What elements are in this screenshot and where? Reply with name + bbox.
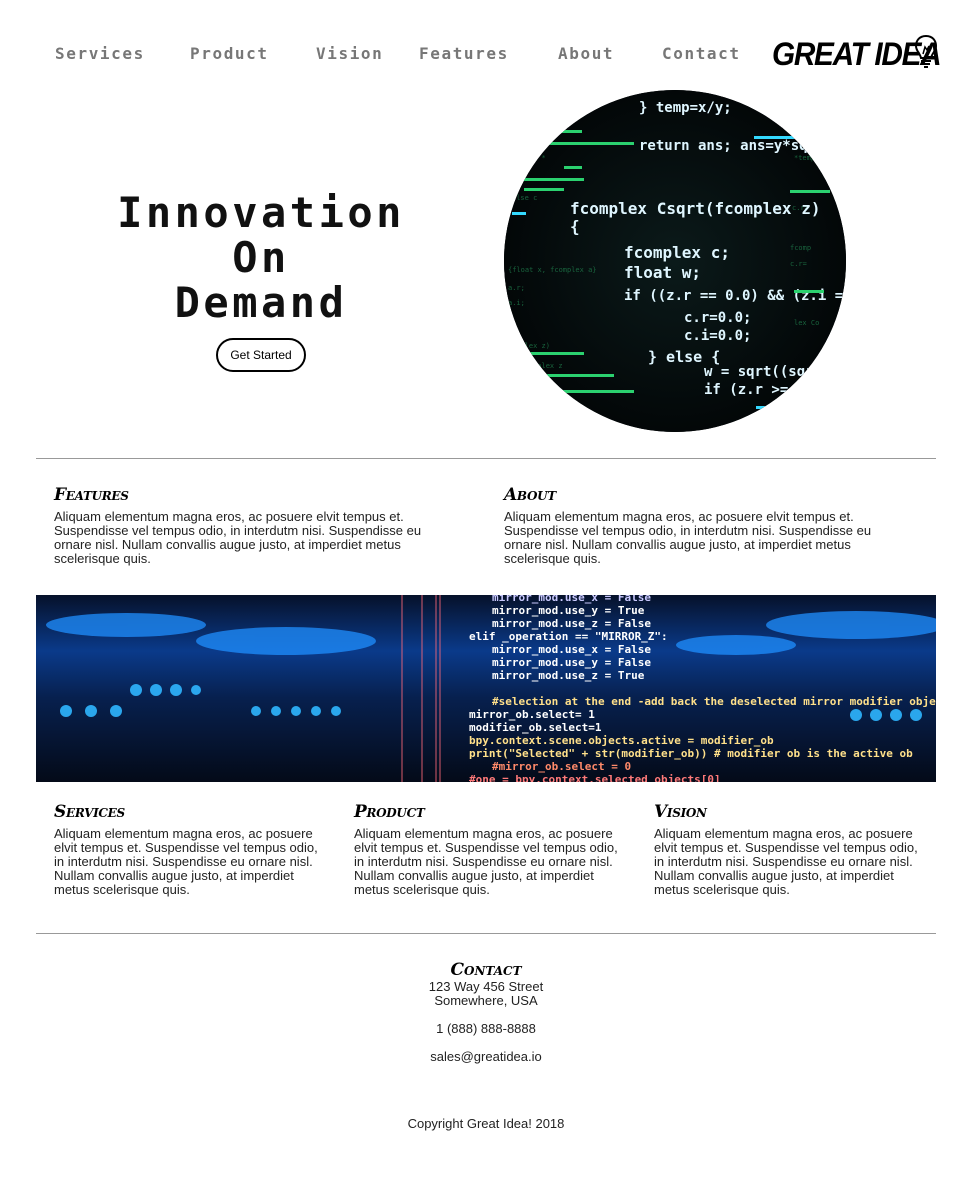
about-section: About Aliquam elementum magna eros, ac p… [504, 485, 904, 566]
code-line: return ans; ans=y*sqrt(1.0+temp [639, 138, 846, 154]
code-line: print("Selected" + str(modifier_ob)) # m… [469, 747, 913, 760]
code-line: c.i=0.0; [684, 328, 751, 344]
section-title: Features [54, 485, 129, 505]
address-line: Somewhere, USA [434, 993, 538, 1008]
hero-title-line: Demand [174, 278, 348, 327]
code-banner-image: mirror_mod.use_x = False mirror_mod.use_… [36, 595, 936, 782]
svg-text:else c: else c [512, 194, 537, 202]
get-started-button[interactable]: Get Started [216, 338, 306, 372]
svg-text:omplex z): omplex z) [512, 342, 550, 350]
code-line: mirror_mod.use_z = False [492, 617, 651, 630]
vision-section: Vision Aliquam elementum magna eros, ac … [654, 802, 924, 897]
product-section: Product Aliquam elementum magna eros, ac… [354, 802, 624, 897]
section-title: Services [54, 802, 125, 822]
code-line: #one = bpy.context.selected_objects[0] [469, 773, 721, 782]
divider [36, 458, 936, 459]
section-body: Aliquam elementum magna eros, ac posuere… [354, 826, 618, 897]
section-body: Aliquam elementum magna eros, ac posuere… [504, 509, 872, 566]
svg-text:a.r;: a.r; [508, 284, 525, 292]
code-line: mirror_mod.use_y = False [492, 656, 651, 669]
nav-vision[interactable]: Vision [316, 44, 383, 63]
code-line: if (z.r >= 0.0) [704, 382, 830, 398]
svg-text:lex Co: lex Co [794, 319, 819, 327]
nav-about[interactable]: About [558, 44, 614, 63]
code-line: float w; [624, 263, 701, 282]
hero-title: Innovation On Demand [100, 190, 422, 325]
divider [36, 933, 936, 934]
section-body: Aliquam elementum magna eros, ac posuere… [654, 826, 918, 897]
svg-text:lex z) *: lex z) * [512, 154, 546, 162]
code-line: mirror_mod.use_x = False [492, 643, 651, 656]
svg-text:n fcomplex z: n fcomplex z [512, 362, 563, 370]
code-line: mirror_ob.select= 1 [469, 708, 595, 721]
code-screen-graphic: lex z) * else c {float x, fcomplex a} a.r;… [504, 90, 846, 432]
code-banner-graphic: mirror_mod.use_x = False mirror_mod.use_… [36, 595, 936, 782]
code-line: w = sqrt((sqrt(z.r [704, 364, 846, 380]
hero-title-line: On [232, 233, 290, 282]
code-line: { [570, 217, 580, 236]
svg-text:fcomp: fcomp [790, 244, 811, 252]
code-line: } temp=x/y; [639, 100, 732, 116]
code-line: mirror_mod.use_x = False [492, 595, 651, 604]
code-line: mirror_mod.use_y = True [492, 604, 645, 617]
section-title: Product [354, 802, 425, 822]
copyright: Copyright Great Idea! 2018 [407, 1116, 565, 1131]
features-section: Features Aliquam elementum magna eros, a… [54, 485, 454, 566]
hero-code-image: lex z) * else c {float x, fcomplex a} a.r;… [504, 90, 846, 432]
email-link[interactable]: sales@greatidea.io [336, 1050, 636, 1064]
code-line: fcomplex c; [624, 243, 730, 262]
section-body: Aliquam elementum magna eros, ac posuere… [54, 826, 318, 897]
code-line: fcomplex Csqrt(fcomplex z) [570, 199, 820, 218]
code-line: c.r=0.0; [684, 310, 751, 326]
services-section: Services Aliquam elementum magna eros, a… [54, 802, 324, 897]
lightbulb-icon [914, 34, 938, 68]
logo[interactable]: GREAT IDEA [772, 34, 942, 74]
phone-number[interactable]: 1 (888) 888-8888 [336, 1022, 636, 1036]
code-line: mirror_mod.use_z = True [492, 669, 645, 682]
section-title: About [504, 485, 556, 505]
nav-product[interactable]: Product [190, 44, 269, 63]
section-body: Aliquam elementum magna eros, ac posuere… [54, 509, 422, 566]
code-line: #selection at the end -add back the dese… [492, 695, 936, 708]
code-line: #mirror_ob.select = 0 [492, 760, 631, 773]
nav-features[interactable]: Features [419, 44, 509, 63]
top-nav: Services Product Vision Features About C… [55, 34, 942, 74]
nav-contact[interactable]: Contact [662, 44, 741, 63]
code-line: modifier_ob.select=1 [469, 721, 602, 734]
svg-text:{float x, fcomplex a}: {float x, fcomplex a} [508, 266, 597, 274]
svg-text:*temp: *temp [794, 154, 815, 162]
contact-section: Contact 123 Way 456 Street Somewhere, US… [336, 960, 636, 1064]
contact-title: Contact [450, 960, 522, 980]
code-line: elif _operation == "MIRROR_Z": [469, 630, 668, 643]
hero-title-line: Innovation [117, 188, 405, 237]
section-title: Vision [654, 802, 707, 822]
address-line: 123 Way 456 Street [428, 979, 544, 994]
svg-text:c.r=: c.r= [790, 260, 807, 268]
svg-text:a.i;: a.i; [508, 299, 525, 307]
nav-services[interactable]: Services [55, 44, 145, 63]
code-line: bpy.context.scene.objects.active = modif… [469, 734, 774, 747]
